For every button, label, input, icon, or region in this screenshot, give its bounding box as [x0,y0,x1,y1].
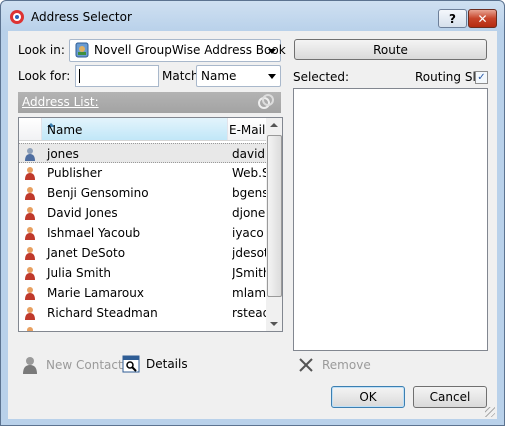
scroll-down-icon[interactable] [270,322,278,326]
contact-email: david [232,147,266,161]
groupwise-app-icon [10,10,24,24]
contact-email: Web.S [232,166,266,180]
window-title: Address Selector [31,10,132,24]
user-icon [27,327,33,331]
remove-x-icon [299,358,313,372]
link-rings-icon[interactable] [257,94,275,110]
user-icon [25,307,35,320]
list-item[interactable]: Marie Lamaroux mlam [19,283,266,303]
scroll-up-icon[interactable] [270,123,278,127]
user-icon [25,227,35,240]
contact-name: Benji Gensomino [47,186,149,200]
contact-email: jdesot [232,246,266,260]
user-icon [25,267,35,280]
column-name-label: Name [47,123,83,137]
help-button[interactable]: ? [438,9,467,28]
contact-name: Ishmael Yacoub [47,226,141,240]
ok-button[interactable]: OK [331,386,405,408]
look-for-input[interactable] [75,65,159,87]
details-button[interactable]: Details [122,355,188,373]
user-icon [25,207,35,220]
contact-email: mlam [232,286,266,300]
contact-name: jones [47,147,79,161]
list-item[interactable]: Ishmael Yacoub iyaco [19,223,266,243]
address-list[interactable]: Name E-Mail jones david Publisher Web.S … [18,117,283,332]
match-dropdown[interactable]: Name [196,65,281,87]
details-icon [122,355,140,373]
new-contact-icon [23,357,37,374]
details-label: Details [146,357,188,371]
user-icon [25,287,35,300]
contact-email: djone [232,206,266,220]
resize-grip-icon[interactable] [485,407,495,417]
user-icon [25,187,35,200]
remove-button[interactable]: Remove [298,357,371,373]
address-list-label: Address List: [22,95,99,109]
remove-label: Remove [322,358,371,372]
list-item[interactable]: Benji Gensomino bgens [19,183,266,203]
new-contact-button[interactable]: New Contact [22,355,123,375]
list-item[interactable]: Janet DeSoto jdesot [19,243,266,263]
list-item[interactable]: Richard Steadman rstead [19,303,266,323]
list-item[interactable] [19,323,266,331]
address-list-bar: Address List: [18,92,281,113]
list-item[interactable]: Julia Smith JSmith [19,263,266,283]
look-in-label: Look in: [18,43,65,57]
match-value: Name [201,69,237,83]
user-icon [25,167,35,180]
contact-name: David Jones [47,206,118,220]
contact-email: bgens [232,186,266,200]
selected-label: Selected: [293,70,350,84]
look-in-dropdown[interactable]: Novell GroupWise Address Book [69,39,286,62]
route-button[interactable]: Route [294,39,487,60]
list-item[interactable]: jones david [19,143,266,163]
list-item[interactable]: Publisher Web.S [19,163,266,183]
routing-slip-checkbox[interactable]: ✓ [475,71,488,84]
contact-name: Janet DeSoto [47,246,126,260]
column-header-email[interactable]: E-Mail [229,123,265,137]
user-icon [25,247,35,260]
address-book-icon [75,42,89,58]
contact-email: JSmith [232,266,266,280]
chevron-down-icon [268,48,276,54]
chevron-down-icon [268,74,276,79]
cancel-button[interactable]: Cancel [413,386,487,408]
look-for-label: Look for: [18,69,71,83]
dialog-body: Look in: Novell GroupWise Address Book L… [8,31,497,419]
contact-name: Richard Steadman [47,306,158,320]
contact-email: rstead [232,306,266,320]
title-bar[interactable]: Address Selector ? ✕ [1,1,504,31]
address-selector-window: Address Selector ? ✕ Look in: Novell Gro… [0,0,505,426]
text-caret [79,69,80,83]
look-in-value: Novell GroupWise Address Book [94,43,286,57]
contact-name: Julia Smith [47,266,111,280]
contact-name: Marie Lamaroux [47,286,144,300]
vertical-scrollbar[interactable] [266,118,282,331]
column-header-name[interactable]: Name [41,118,228,140]
list-item[interactable]: David Jones djone [19,203,266,223]
contact-name: Publisher [47,166,103,180]
match-label: Match [162,69,199,83]
scrollbar-thumb[interactable] [267,135,282,297]
list-header: Name E-Mail [19,118,266,141]
new-contact-label: New Contact [46,358,123,372]
close-button[interactable]: ✕ [468,9,497,28]
selected-list[interactable] [293,88,488,351]
contact-email: iyaco [232,226,264,240]
user-icon [25,148,35,161]
